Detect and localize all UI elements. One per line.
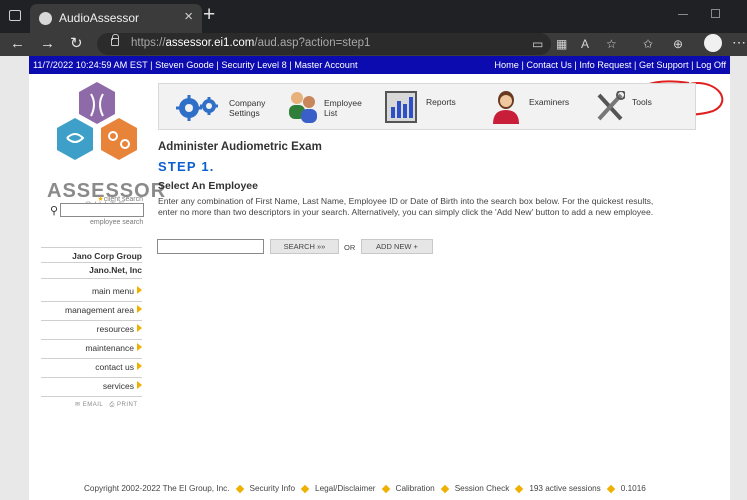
- menu-maintenance[interactable]: maintenance: [41, 339, 142, 357]
- close-tab-icon[interactable]: ×: [184, 9, 193, 24]
- org-sub: Jano.Net, Inc: [89, 265, 142, 275]
- info-request-link[interactable]: Info Request: [579, 60, 631, 70]
- divider: [41, 396, 142, 397]
- email-icon[interactable]: ✉: [75, 402, 81, 408]
- app-available-icon[interactable]: ▭: [532, 36, 543, 52]
- footer: Copyright 2002-2022 The EI Group, Inc. Se…: [84, 484, 646, 494]
- chart-icon: [385, 91, 417, 123]
- session-datetime: 11/7/2022 10:24:59 AM EST: [33, 60, 148, 70]
- company-settings-button[interactable]: Company Settings: [171, 84, 271, 131]
- collections-icon[interactable]: ⊕: [673, 36, 683, 52]
- legal-disclaimer-link[interactable]: Legal/Disclaimer: [315, 484, 376, 493]
- diamond-icon: [300, 484, 310, 494]
- employee-list-button[interactable]: Employee List: [283, 84, 378, 131]
- instructions-text: Enter any combination of First Name, Las…: [158, 196, 654, 217]
- maximize-icon[interactable]: [711, 9, 720, 18]
- client-search-input[interactable]: [60, 203, 144, 217]
- diamond-icon: [381, 484, 390, 494]
- lock-icon[interactable]: [111, 34, 119, 46]
- menu-management-area[interactable]: management area: [41, 301, 142, 319]
- step-heading: STEP 1.: [158, 159, 215, 174]
- examiners-button[interactable]: Examiners: [491, 84, 586, 131]
- company-settings-label: Company Settings: [229, 98, 266, 118]
- menu-contact-us[interactable]: contact us: [41, 358, 142, 376]
- version-text: 0.1016: [620, 484, 646, 493]
- add-favorite-icon[interactable]: ☆: [606, 36, 617, 52]
- diamond-icon: [235, 484, 244, 494]
- site-favicon-icon: [39, 12, 52, 25]
- top-status-bar: 11/7/2022 10:24:59 AM EST | Steven Goode…: [29, 56, 730, 74]
- menu-resources[interactable]: resources: [41, 320, 142, 338]
- session-info: 11/7/2022 10:24:59 AM EST | Steven Goode…: [33, 60, 358, 70]
- assessor-suite-logo: ASSESSOR SUITE: [41, 80, 165, 211]
- examiner-icon: [493, 91, 519, 124]
- browser-nav-bar: ← → ↻ https://assessor.ei1.com/aud.asp?a…: [0, 33, 747, 56]
- feature-toolbar: Company Settings Employee List Reports E…: [158, 83, 696, 130]
- log-off-link[interactable]: Log Off: [696, 60, 726, 70]
- menu-services[interactable]: services: [41, 377, 142, 395]
- profile-avatar[interactable]: [704, 34, 722, 52]
- page-content: 11/7/2022 10:24:59 AM EST | Steven Goode…: [29, 56, 730, 500]
- get-support-link[interactable]: Get Support: [639, 60, 689, 70]
- copyright-text: Copyright 2002-2022 The EI Group, Inc.: [84, 484, 230, 493]
- divider: [41, 278, 142, 279]
- print-link[interactable]: PRINT: [117, 402, 138, 408]
- tab-actions-icon[interactable]: [9, 10, 21, 21]
- email-link[interactable]: EMAIL: [83, 402, 103, 408]
- diamond-icon: [515, 484, 524, 494]
- employee-search-input[interactable]: [157, 239, 264, 254]
- page-background: 11/7/2022 10:24:59 AM EST | Steven Goode…: [0, 56, 747, 500]
- people-icon: [289, 92, 317, 123]
- diamond-icon: [606, 484, 616, 494]
- new-tab-icon[interactable]: +: [203, 4, 215, 25]
- tools-icon: [597, 91, 625, 121]
- account-type: Master Account: [294, 60, 358, 70]
- browser-tab[interactable]: AudioAssessor ×: [30, 4, 202, 33]
- menu-main-menu[interactable]: main menu: [41, 282, 142, 300]
- email-print-links: ✉ EMAIL ⎙ PRINT: [75, 401, 138, 409]
- session-user: Steven Goode: [155, 60, 214, 70]
- url-text[interactable]: https://assessor.ei1.com/aud.asp?action=…: [131, 37, 370, 49]
- minimize-icon[interactable]: [678, 14, 688, 15]
- page-title: Administer Audiometric Exam: [158, 141, 322, 153]
- qr-code-icon[interactable]: ▦: [556, 36, 567, 52]
- contact-us-link[interactable]: Contact Us: [526, 60, 571, 70]
- divider: [41, 247, 142, 248]
- tools-button[interactable]: Tools: [595, 84, 690, 131]
- address-bar[interactable]: https://assessor.ei1.com/aud.asp?action=…: [97, 33, 551, 55]
- security-level: Security Level 8: [221, 60, 287, 70]
- read-aloud-icon[interactable]: A: [581, 36, 589, 52]
- home-link[interactable]: Home: [494, 60, 519, 70]
- employee-list-label: Employee List: [324, 98, 362, 118]
- search-button[interactable]: SEARCH »»: [270, 239, 339, 254]
- tab-title: AudioAssessor: [59, 11, 140, 25]
- favorites-icon[interactable]: ✩: [643, 36, 653, 52]
- refresh-icon[interactable]: ↻: [70, 35, 83, 53]
- section-heading: Select An Employee: [158, 180, 258, 192]
- security-info-link[interactable]: Security Info: [250, 484, 296, 493]
- top-links: Home | Contact Us | Info Request | Get S…: [494, 60, 726, 70]
- examiners-label: Examiners: [529, 97, 570, 107]
- tools-label: Tools: [632, 97, 652, 107]
- reports-label: Reports: [426, 97, 456, 107]
- add-new-button[interactable]: ADD NEW +: [361, 239, 433, 254]
- gears-icon: [176, 95, 218, 121]
- print-icon[interactable]: ⎙: [110, 402, 115, 408]
- divider: [41, 262, 142, 263]
- forward-icon[interactable]: →: [40, 35, 55, 53]
- search-icon[interactable]: ⚲: [50, 204, 58, 217]
- active-sessions-text: 193 active sessions: [529, 484, 601, 493]
- reports-button[interactable]: Reports: [385, 84, 480, 131]
- browser-tab-bar: AudioAssessor × +: [0, 0, 747, 33]
- client-search-label: ★client search: [97, 196, 143, 203]
- logo-hexagons-icon: [57, 82, 137, 160]
- calibration-link[interactable]: Calibration: [396, 484, 435, 493]
- session-check-link[interactable]: Session Check: [455, 484, 510, 493]
- diamond-icon: [440, 484, 449, 494]
- employee-search-label[interactable]: employee search: [90, 219, 143, 226]
- or-label: OR: [344, 243, 356, 252]
- menu-dots-icon[interactable]: ⋯: [732, 34, 746, 51]
- back-icon[interactable]: ←: [10, 35, 25, 53]
- org-title: Jano Corp Group: [72, 251, 142, 261]
